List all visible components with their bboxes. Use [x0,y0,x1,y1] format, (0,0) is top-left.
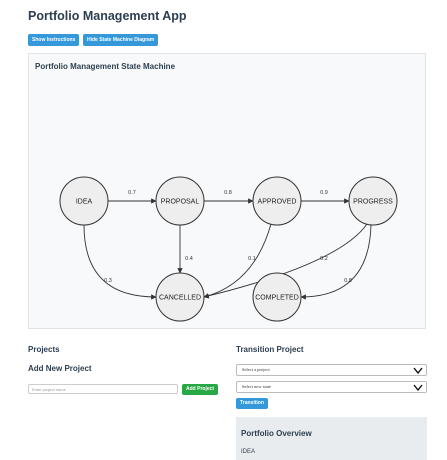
edge-probability-label: 0.8 [224,190,232,196]
edge-probability-label: 0.8 [344,278,352,284]
edge-idea-to-cancelled [83,224,157,300]
edge-probability-label: 0.3 [104,278,112,284]
state-node-label: PROPOSAL [161,198,200,205]
edge-probability-label: 0.1 [248,256,256,262]
app-title: Portfolio Management App [28,9,187,23]
project-select[interactable]: Select a project [236,364,427,376]
overview-item: IDEA [241,449,256,455]
state-node-label: COMPLETED [255,294,299,301]
state-machine-panel: Portfolio Management State Machine IDEA P… [28,53,426,329]
project-name-input[interactable] [28,384,178,394]
state-node-completed: COMPLETED [252,272,302,322]
state-node-approved: APPROVED [252,176,302,226]
state-node-label: IDEA [76,198,93,205]
project-select-value: Select a project [242,367,270,372]
chevron-down-icon [413,367,423,375]
edge-in_progress-to-completed [300,224,372,300]
add-project-heading: Add New Project [28,364,92,373]
edge-probability-label: 0.2 [320,256,328,262]
overview-title: Portfolio Overview [241,429,312,438]
chevron-down-icon [413,384,423,392]
state-select-value: Select new state [242,384,271,389]
portfolio-overview: Portfolio Overview IDEA [236,417,427,460]
transition-heading: Transition Project [236,345,304,354]
edge-probability-label: 0.9 [320,190,328,196]
state-node-label: CANCELLED [159,294,201,301]
state-node-in_progress: PROGRESS [348,176,398,226]
projects-heading: Projects [28,345,60,354]
show-instructions-button[interactable]: Show Instructions [28,34,80,46]
state-node-idea: IDEA [59,176,109,226]
transition-button[interactable]: Transition [236,398,268,409]
hide-diagram-button[interactable]: Hide State Machine Diagram [83,34,159,46]
edge-probability-label: 0.7 [128,190,136,196]
state-node-cancelled: CANCELLED [155,272,205,322]
add-project-button[interactable]: Add Project [182,384,219,395]
state-node-label: APPROVED [258,198,297,205]
state-machine-diagram: IDEA PROPOSAL APPROVED PROGRESS CANCELLED COM… [59,176,398,322]
state-node-label: PROGRESS [353,198,393,205]
edge-probability-label: 0.4 [185,256,193,262]
state-node-proposal: PROPOSAL [155,176,205,226]
state-select[interactable]: Select new state [236,381,427,393]
